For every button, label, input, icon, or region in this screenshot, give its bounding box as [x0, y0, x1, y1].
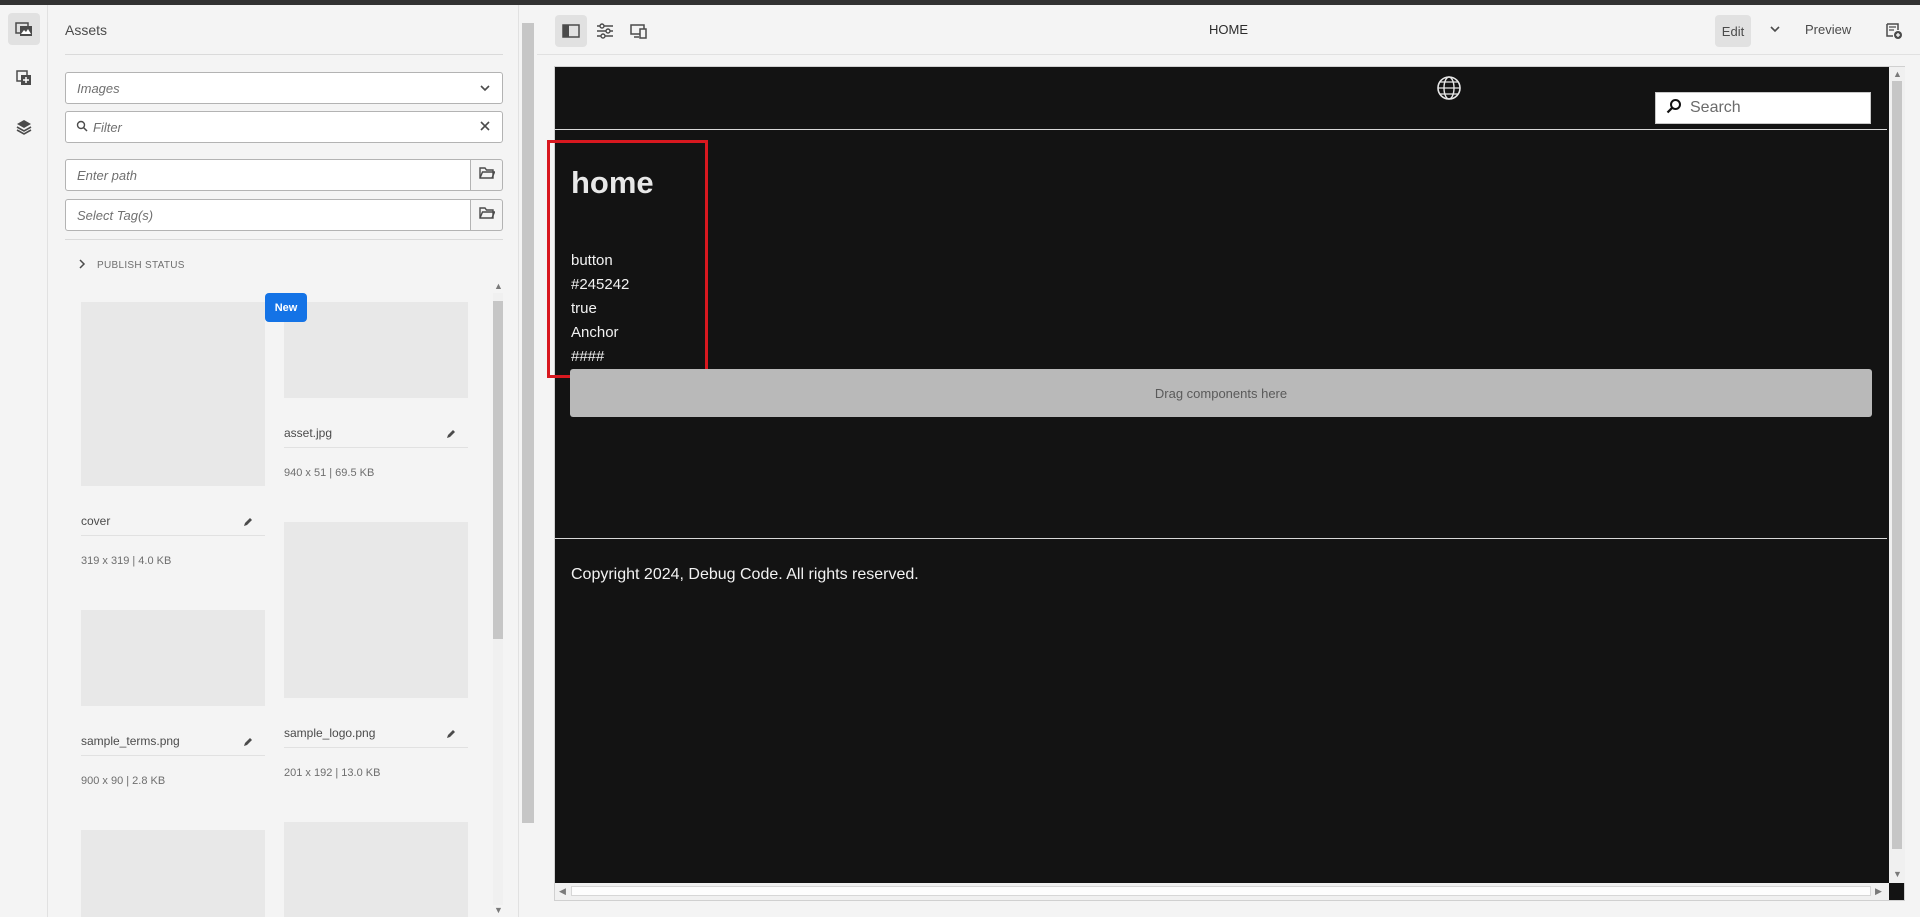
canvas-horizontal-scrollbar[interactable]: ◀ ▶ — [555, 883, 1889, 900]
chevron-down-icon — [1769, 22, 1781, 40]
asset-card[interactable]: cover 319 x 319 | 4.0 KB — [81, 302, 265, 567]
editor-toolbar: HOME Edit Preview — [537, 5, 1920, 55]
scroll-right-icon[interactable]: ▶ — [1875, 886, 1882, 897]
assets-icon[interactable] — [8, 13, 40, 45]
scroll-down-icon[interactable]: ▼ — [494, 905, 503, 915]
asset-grid: cover 319 x 319 | 4.0 KB asset.jpg 940 x… — [65, 288, 489, 917]
asset-name: asset.jpg — [284, 426, 333, 440]
divider — [284, 447, 468, 448]
scroll-left-icon[interactable]: ◀ — [559, 886, 566, 897]
asset-name: sample_terms.png — [81, 734, 180, 748]
asset-thumbnail — [81, 302, 265, 486]
asset-card[interactable]: sample_logo.png 201 x 192 | 13.0 KB — [284, 522, 468, 779]
tags-input[interactable]: Select Tag(s) — [65, 199, 471, 231]
asset-type-value: Images — [77, 80, 120, 96]
asset-thumbnail — [284, 302, 468, 398]
search-icon — [76, 120, 88, 135]
globe-icon[interactable] — [1436, 75, 1462, 106]
scrollbar-thumb[interactable] — [571, 886, 1871, 896]
divider — [81, 755, 265, 756]
asset-list-scrollbar[interactable]: ▲ ▼ — [489, 281, 503, 917]
path-placeholder: Enter path — [77, 167, 137, 183]
scrollbar-thumb[interactable] — [1892, 81, 1902, 849]
asset-card[interactable] — [81, 830, 265, 917]
preview-button[interactable]: Preview — [1805, 22, 1851, 37]
path-browse-button[interactable] — [471, 159, 503, 191]
asset-meta: 900 x 90 | 2.8 KB — [81, 775, 166, 787]
asset-card[interactable] — [284, 822, 468, 917]
site-search-field[interactable] — [1655, 92, 1871, 124]
footer-copyright: Copyright 2024, Debug Code. All rights r… — [571, 566, 919, 583]
divider — [65, 54, 503, 55]
header-divider — [555, 129, 1887, 130]
edit-mode-button[interactable]: Edit — [1715, 15, 1751, 47]
chevron-right-icon — [77, 259, 87, 272]
asset-type-select[interactable]: Images — [65, 72, 503, 104]
footer-divider — [555, 538, 1887, 539]
asset-thumbnail — [81, 830, 265, 917]
asset-thumbnail — [284, 522, 468, 698]
asset-thumbnail — [284, 822, 468, 917]
filter-input[interactable]: Filter — [65, 111, 503, 143]
layers-icon[interactable] — [8, 111, 40, 143]
annotation-icon[interactable] — [1878, 15, 1910, 47]
selection-highlight — [547, 140, 708, 378]
tags-browse-button[interactable] — [471, 199, 503, 231]
edit-icon[interactable] — [243, 514, 253, 532]
divider — [284, 747, 468, 748]
chevron-down-icon — [478, 81, 492, 98]
asset-meta: 940 x 51 | 69.5 KB — [284, 467, 375, 479]
search-icon — [1666, 98, 1682, 119]
page-canvas: home button #245242 true Anchor #### Dra… — [547, 66, 1905, 901]
panel-title: Assets — [65, 22, 108, 38]
asset-meta: 319 x 319 | 4.0 KB — [81, 555, 172, 567]
publish-status-label: PUBLISH STATUS — [97, 260, 185, 271]
folder-icon — [478, 206, 496, 225]
asset-card[interactable]: asset.jpg 940 x 51 | 69.5 KB — [284, 302, 468, 479]
page-title: HOME — [1209, 22, 1248, 37]
mode-menu-button[interactable] — [1759, 15, 1791, 47]
path-input[interactable]: Enter path — [65, 159, 471, 191]
asset-name: cover — [81, 514, 111, 528]
asset-card[interactable]: sample_terms.png 900 x 90 | 2.8 KB — [81, 610, 265, 787]
asset-thumbnail — [81, 610, 265, 706]
scrollbar-thumb[interactable] — [493, 301, 503, 639]
side-rail — [0, 5, 48, 917]
filter-placeholder: Filter — [93, 119, 122, 135]
scrollbar-thumb[interactable] — [522, 23, 534, 823]
folder-icon — [478, 166, 496, 185]
site-search-input[interactable] — [1690, 99, 1860, 117]
panel-scrollbar[interactable] — [520, 5, 536, 917]
asset-meta: 201 x 192 | 13.0 KB — [284, 767, 381, 779]
canvas-vertical-scrollbar[interactable]: ▲ ▼ — [1889, 67, 1905, 883]
components-icon[interactable] — [8, 62, 40, 94]
edit-icon[interactable] — [446, 726, 456, 744]
edit-icon[interactable] — [446, 426, 456, 444]
scroll-up-icon[interactable]: ▲ — [1893, 69, 1902, 79]
close-icon[interactable] — [478, 119, 492, 136]
scroll-up-icon[interactable]: ▲ — [494, 281, 503, 291]
tags-placeholder: Select Tag(s) — [77, 207, 154, 223]
divider — [65, 239, 503, 240]
publish-status-toggle[interactable]: PUBLISH STATUS — [77, 259, 185, 272]
scroll-down-icon[interactable]: ▼ — [1893, 869, 1902, 879]
new-badge: New — [265, 293, 307, 322]
edit-icon[interactable] — [243, 734, 253, 752]
component-dropzone[interactable]: Drag components here — [570, 369, 1872, 417]
divider — [81, 535, 265, 536]
asset-name: sample_logo.png — [284, 726, 376, 740]
assets-panel: Assets Images Filter Enter path Select T… — [49, 5, 519, 917]
